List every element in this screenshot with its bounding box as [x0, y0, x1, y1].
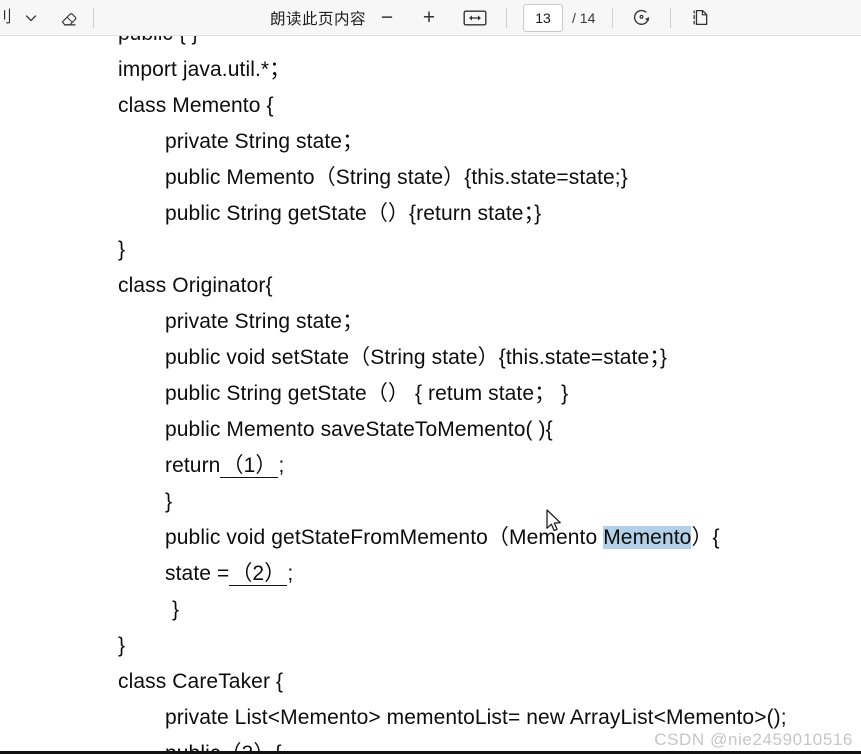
- code-line-text: public Memento saveStateToMemento( ){: [165, 418, 553, 441]
- code-line: class CareTaker {: [0, 664, 861, 700]
- code-line: public Memento（String state）{this.state=…: [0, 160, 861, 196]
- code-line-text: }: [118, 238, 126, 261]
- code-line-text: class CareTaker {: [118, 670, 284, 693]
- toolbar-divider-4: [670, 7, 672, 28]
- code-line: class Originator{: [0, 268, 861, 304]
- code-listing: import java.util.*； class Memento { privat…: [0, 52, 861, 754]
- code-line-text: public void getStateFromMemento（Memento: [165, 526, 604, 549]
- code-line-text: }: [172, 598, 180, 621]
- code-line-text: public Memento（String state）{this.state=…: [165, 166, 628, 189]
- clipped-toolbar-label: 刂: [0, 8, 10, 26]
- answer-blank: （1）: [220, 454, 279, 478]
- code-line-text: public void setState（String state）{this.…: [165, 346, 667, 369]
- zoom-out-button[interactable]: −: [370, 3, 404, 33]
- code-line: import java.util.*；: [0, 52, 861, 88]
- toolbar-divider-3: [612, 7, 614, 28]
- code-line: }: [0, 592, 861, 628]
- code-line-tail: ;: [278, 454, 285, 477]
- code-line: public void getStateFromMemento（Memento …: [0, 520, 861, 556]
- eraser-icon[interactable]: [54, 3, 84, 33]
- code-line: }: [0, 628, 861, 664]
- code-line-text: }: [118, 634, 126, 657]
- chevron-down-icon[interactable]: [16, 3, 46, 33]
- code-line: public String getState（） { retum state； …: [0, 376, 861, 412]
- toolbar-divider-2: [506, 7, 507, 28]
- code-line-text: private String state；: [165, 130, 364, 153]
- code-line-text: return: [165, 454, 221, 477]
- code-line: state =（2）;: [0, 556, 861, 592]
- toolbar-zoom-group: − + 13 / 14: [370, 0, 715, 35]
- zoom-in-button[interactable]: +: [412, 3, 446, 33]
- csdn-watermark: CSDN @nie2459010516: [654, 730, 853, 749]
- toolbar-center-group: 朗读此页内容: [270, 0, 366, 35]
- answer-blank: （2）: [229, 562, 288, 586]
- code-line: return（1）;: [0, 448, 861, 484]
- code-line: public Memento saveStateToMemento( ){: [0, 412, 861, 448]
- code-line-text: public String getState（） { retum state； …: [165, 382, 569, 405]
- rotate-clockwise-icon[interactable]: [626, 3, 656, 33]
- toolbar-divider-1: [93, 7, 94, 28]
- code-line: private String state；: [0, 304, 861, 340]
- code-line-text: private List<Memento> mementoList= new A…: [165, 706, 787, 729]
- code-line-text: class Memento {: [118, 94, 274, 117]
- clipped-code-line-top: public { }: [118, 36, 199, 46]
- code-line-text: import java.util.*；: [118, 58, 291, 81]
- code-line: }: [0, 232, 861, 268]
- fit-to-width-icon[interactable]: [460, 3, 490, 33]
- pdf-page-13: public { } import java.util.*； class Meme…: [0, 36, 861, 754]
- code-line-text: private String state；: [165, 310, 364, 333]
- code-line: }: [0, 484, 861, 520]
- toolbar-left-group: 刂: [0, 0, 103, 35]
- selected-text-highlight[interactable]: Memento: [603, 526, 692, 549]
- code-line-text: public String getState（）{return state；}: [165, 202, 542, 225]
- code-line-text: state =: [165, 562, 230, 585]
- code-line-text: }: [165, 490, 173, 513]
- code-line: class Memento {: [0, 88, 861, 124]
- code-line: public void setState（String state）{this.…: [0, 340, 861, 376]
- page-number-input[interactable]: 13: [523, 3, 563, 32]
- page-layout-icon[interactable]: [685, 3, 715, 33]
- page-total-label: / 14: [572, 9, 596, 26]
- read-aloud-label[interactable]: 朗读此页内容: [270, 7, 366, 29]
- code-line: public String getState（）{return state；}: [0, 196, 861, 232]
- pdf-document-viewport[interactable]: public { } import java.util.*； class Meme…: [0, 36, 861, 754]
- code-line: private String state；: [0, 124, 861, 160]
- code-line-tail: ;: [287, 562, 294, 585]
- pdf-viewer-toolbar: 刂 朗读此页内容 − + 13 / 14: [0, 0, 861, 36]
- code-line-text: class Originator{: [118, 274, 273, 297]
- code-line-tail: ）{: [691, 526, 720, 549]
